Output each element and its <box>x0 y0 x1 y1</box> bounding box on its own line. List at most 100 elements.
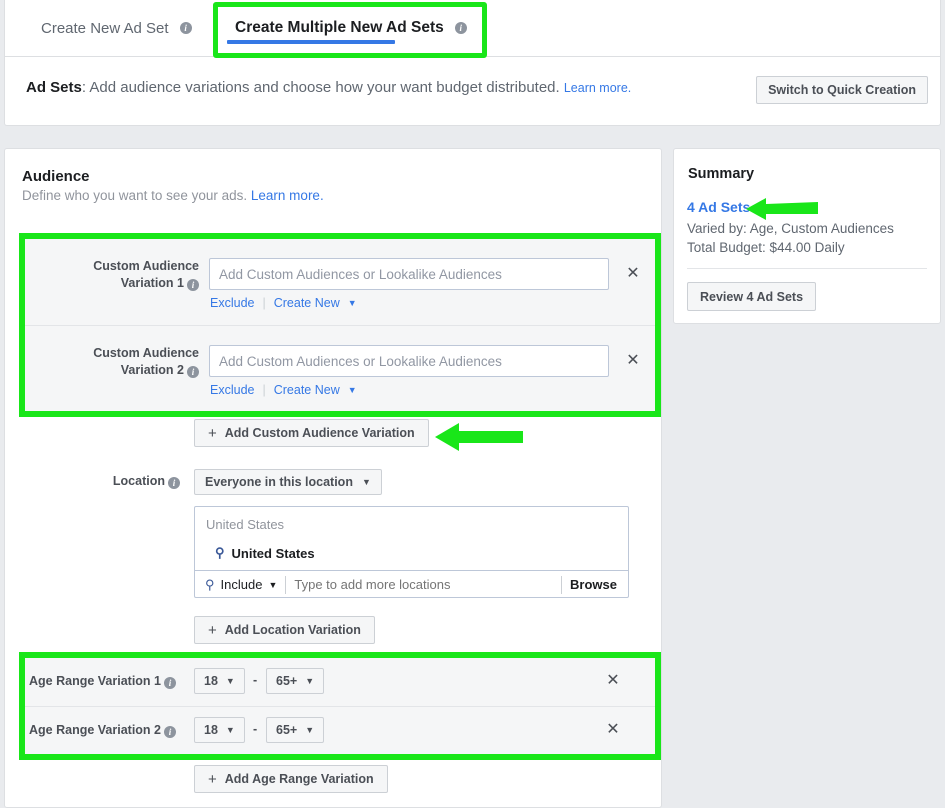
age-to-value: 65+ <box>276 674 297 688</box>
info-icon[interactable]: i <box>180 22 192 34</box>
info-icon[interactable]: i <box>164 726 176 738</box>
location-label-text: Location <box>113 474 165 488</box>
custom-audience-variation-2-links: Exclude | Create New ▼ <box>210 383 357 397</box>
location-scope-value: Everyone in this location <box>205 475 353 489</box>
add-custom-audience-variation-label: Add Custom Audience Variation <box>225 426 415 440</box>
divider: | <box>262 296 265 310</box>
remove-age-range-variation-1-button[interactable]: ✕ <box>603 672 623 692</box>
tab-create-multiple-new-ad-sets-label: Create Multiple New Ad Sets <box>235 19 444 37</box>
tab-create-new-ad-set-label: Create New Ad Set <box>41 20 169 37</box>
divider <box>561 576 562 594</box>
tab-bar: Create New Ad Set i Create Multiple New … <box>5 0 940 57</box>
summary-title: Summary <box>688 166 754 182</box>
custom-audience-variation-2-input[interactable] <box>209 345 609 377</box>
location-input-row: ⚲ Include ▼ Browse <box>195 570 628 598</box>
divider: | <box>262 383 265 397</box>
age-range-variation-2-from-dropdown[interactable]: 18 ▼ <box>194 717 245 743</box>
age-range-variation-1-to-dropdown[interactable]: 65+ ▼ <box>266 668 324 694</box>
divider <box>687 268 927 269</box>
age-to-value: 65+ <box>276 723 297 737</box>
location-include-dropdown[interactable]: ⚲ Include ▼ <box>205 577 277 593</box>
age-from-value: 18 <box>204 723 218 737</box>
remove-custom-audience-variation-1-button[interactable]: ✕ <box>623 265 643 285</box>
age-range-variation-2-to-dropdown[interactable]: 65+ ▼ <box>266 717 324 743</box>
remove-age-range-variation-2-button[interactable]: ✕ <box>603 721 623 741</box>
tab-create-multiple-new-ad-sets[interactable]: Create Multiple New Ad Sets i <box>235 0 467 56</box>
label-line-2: Variation 1 <box>121 276 184 290</box>
audience-subtitle: Define who you want to see your ads. Lea… <box>22 188 324 203</box>
add-location-variation-label: Add Location Variation <box>225 623 361 637</box>
info-icon[interactable]: i <box>168 477 180 489</box>
ad-sets-description-text: : Add audience variations and choose how… <box>82 79 560 96</box>
plus-icon: + <box>208 425 217 442</box>
remove-custom-audience-variation-2-button[interactable]: ✕ <box>623 352 643 372</box>
label-line-2: Variation 2 <box>121 363 184 377</box>
map-pin-icon: ⚲ <box>205 577 215 593</box>
browse-locations-button[interactable]: Browse <box>570 577 617 592</box>
exclude-link[interactable]: Exclude <box>210 383 254 397</box>
add-custom-audience-variation-button[interactable]: + Add Custom Audience Variation <box>194 419 429 447</box>
summary-panel: Summary 4 Ad Sets Varied by: Age, Custom… <box>673 148 941 324</box>
add-age-range-variation-label: Add Age Range Variation <box>225 772 374 786</box>
custom-audience-variation-1-input[interactable] <box>209 258 609 290</box>
plus-icon: + <box>208 622 217 639</box>
age-from-value: 18 <box>204 674 218 688</box>
custom-audience-variation-1-label: Custom Audience Variation 1i <box>55 258 199 292</box>
location-item-united-states[interactable]: ⚲ United States <box>215 545 315 561</box>
chevron-down-icon[interactable]: ▼ <box>348 385 357 395</box>
info-icon[interactable]: i <box>164 677 176 689</box>
info-icon[interactable]: i <box>455 22 467 34</box>
switch-to-quick-creation-button[interactable]: Switch to Quick Creation <box>756 76 928 104</box>
location-typeahead-input[interactable] <box>294 577 553 592</box>
plus-icon: + <box>208 771 217 788</box>
chevron-down-icon: ▼ <box>226 725 235 735</box>
age-range-block: Age Range Variation 1i 18 ▼ - 65+ ▼ ✕ Ag… <box>25 658 655 754</box>
chevron-down-icon: ▼ <box>305 725 314 735</box>
custom-audience-variation-1-links: Exclude | Create New ▼ <box>210 296 357 310</box>
create-new-link[interactable]: Create New <box>274 383 340 397</box>
custom-audience-block: Custom Audience Variation 1i Exclude | C… <box>25 239 655 411</box>
label-line-1: Custom Audience <box>93 259 199 273</box>
age-range-variation-1-from-dropdown[interactable]: 18 ▼ <box>194 668 245 694</box>
ad-sets-title: Ad Sets <box>26 79 82 96</box>
active-tab-underline <box>227 40 395 44</box>
learn-more-link[interactable]: Learn more. <box>564 81 631 95</box>
chevron-down-icon: ▼ <box>305 676 314 686</box>
location-group-header: United States <box>206 517 284 532</box>
location-item-label: United States <box>232 546 315 561</box>
age-range-variation-1-label: Age Range Variation 1i <box>29 673 185 690</box>
page-title: Audience <box>22 168 90 185</box>
age-range-variation-1-text: Age Range Variation 1 <box>29 674 161 688</box>
age-range-variation-1-row: Age Range Variation 1i 18 ▼ - 65+ ▼ ✕ <box>25 658 655 706</box>
age-range-variation-2-row: Age Range Variation 2i 18 ▼ - 65+ ▼ ✕ <box>25 706 655 754</box>
location-label: Locationi <box>40 473 180 490</box>
review-ad-sets-button[interactable]: Review 4 Ad Sets <box>687 282 816 311</box>
location-box: United States ⚲ United States ⚲ Include … <box>194 506 629 598</box>
summary-ad-sets-count-link[interactable]: 4 Ad Sets <box>687 199 750 215</box>
exclude-link[interactable]: Exclude <box>210 296 254 310</box>
label-line-1: Custom Audience <box>93 346 199 360</box>
divider <box>285 576 286 594</box>
custom-audience-variation-2-row: Custom Audience Variation 2i Exclude | C… <box>25 325 655 411</box>
map-pin-icon: ⚲ <box>215 545 225 561</box>
top-tab-card: Create New Ad Set i Create Multiple New … <box>4 0 941 126</box>
chevron-down-icon[interactable]: ▼ <box>348 298 357 308</box>
create-new-link[interactable]: Create New <box>274 296 340 310</box>
ad-sets-description: Ad Sets: Add audience variations and cho… <box>26 79 631 96</box>
custom-audience-variation-1-row: Custom Audience Variation 1i Exclude | C… <box>25 239 655 325</box>
info-icon[interactable]: i <box>187 366 199 378</box>
chevron-down-icon: ▼ <box>268 580 277 590</box>
tab-create-new-ad-set[interactable]: Create New Ad Set i <box>41 0 192 56</box>
age-range-variation-2-label: Age Range Variation 2i <box>29 722 185 739</box>
age-range-dash: - <box>253 722 257 736</box>
info-icon[interactable]: i <box>187 279 199 291</box>
chevron-down-icon: ▼ <box>226 676 235 686</box>
audience-learn-more-link[interactable]: Learn more. <box>251 188 324 203</box>
custom-audience-variation-2-label: Custom Audience Variation 2i <box>55 345 199 379</box>
location-include-label: Include <box>221 577 263 592</box>
location-scope-dropdown[interactable]: Everyone in this location ▼ <box>194 469 382 495</box>
add-location-variation-button[interactable]: + Add Location Variation <box>194 616 375 644</box>
add-age-range-variation-button[interactable]: + Add Age Range Variation <box>194 765 388 793</box>
summary-varied-by: Varied by: Age, Custom Audiences <box>687 221 894 236</box>
age-range-dash: - <box>253 673 257 687</box>
